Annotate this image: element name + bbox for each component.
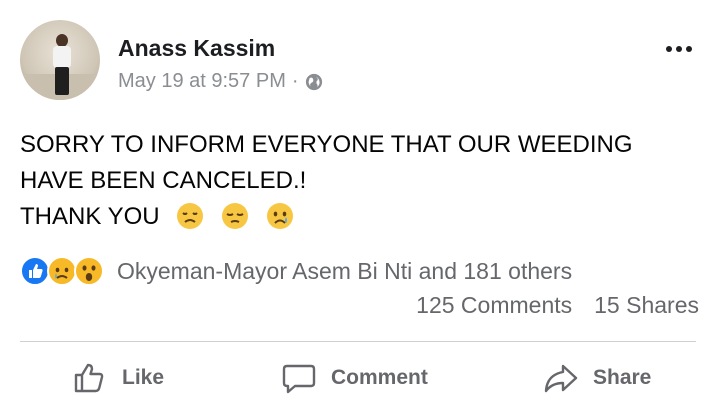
author-avatar[interactable]	[20, 20, 100, 100]
reactions-row[interactable]: Okyeman-Mayor Asem Bi Nti and 181 others	[20, 256, 572, 286]
speech-bubble-icon	[282, 364, 316, 394]
like-label: Like	[122, 366, 165, 389]
more-dot	[676, 46, 682, 52]
like-reaction-icon	[20, 256, 50, 286]
share-label: Share	[593, 366, 652, 389]
post-author-name[interactable]: Anass Kassim	[118, 35, 275, 62]
comment-label: Comment	[331, 366, 428, 389]
avatar-figure-legs	[55, 67, 69, 95]
actions-divider	[20, 341, 696, 342]
post-meta: May 19 at 9:57 PM ·	[118, 70, 323, 93]
reactions-summary[interactable]: Okyeman-Mayor Asem Bi Nti and 181 others	[117, 258, 572, 285]
wow-reaction-icon	[74, 256, 104, 286]
like-button[interactable]: Like	[72, 356, 164, 400]
crying-face-emoji	[266, 203, 293, 229]
post-text-line: HAVE BEEN CANCELED.!	[20, 167, 307, 194]
post-text-thanks: THANK YOU	[20, 203, 160, 230]
post-text-line: SORRY TO INFORM EVERYONE THAT OUR WEEDIN…	[20, 131, 633, 158]
thumbs-up-icon	[74, 363, 104, 393]
more-options-button[interactable]	[666, 46, 692, 52]
engagement-counts: 125 Comments 15 Shares	[416, 292, 699, 319]
shares-count[interactable]: 15 Shares	[594, 292, 699, 319]
post-text-line-thanks: THANK YOU	[20, 199, 633, 235]
sad-reaction-icon	[47, 256, 77, 286]
share-button[interactable]: Share	[543, 356, 651, 400]
share-arrow-icon	[544, 364, 578, 393]
globe-icon[interactable]	[305, 73, 323, 91]
disappointed-face-emoji	[177, 203, 204, 229]
meta-separator: ·	[291, 70, 299, 92]
comment-button[interactable]: Comment	[281, 356, 428, 400]
avatar-figure-shirt	[53, 46, 71, 68]
more-dot	[686, 46, 692, 52]
post-actions-bar: Like Comment Share	[0, 356, 716, 400]
reaction-icons	[20, 256, 104, 286]
post-body: SORRY TO INFORM EVERYONE THAT OUR WEEDIN…	[20, 127, 633, 235]
more-dot	[666, 46, 672, 52]
post-timestamp[interactable]: May 19 at 9:57 PM	[118, 70, 286, 93]
comments-count[interactable]: 125 Comments	[416, 292, 572, 319]
pensive-face-emoji	[221, 203, 248, 229]
